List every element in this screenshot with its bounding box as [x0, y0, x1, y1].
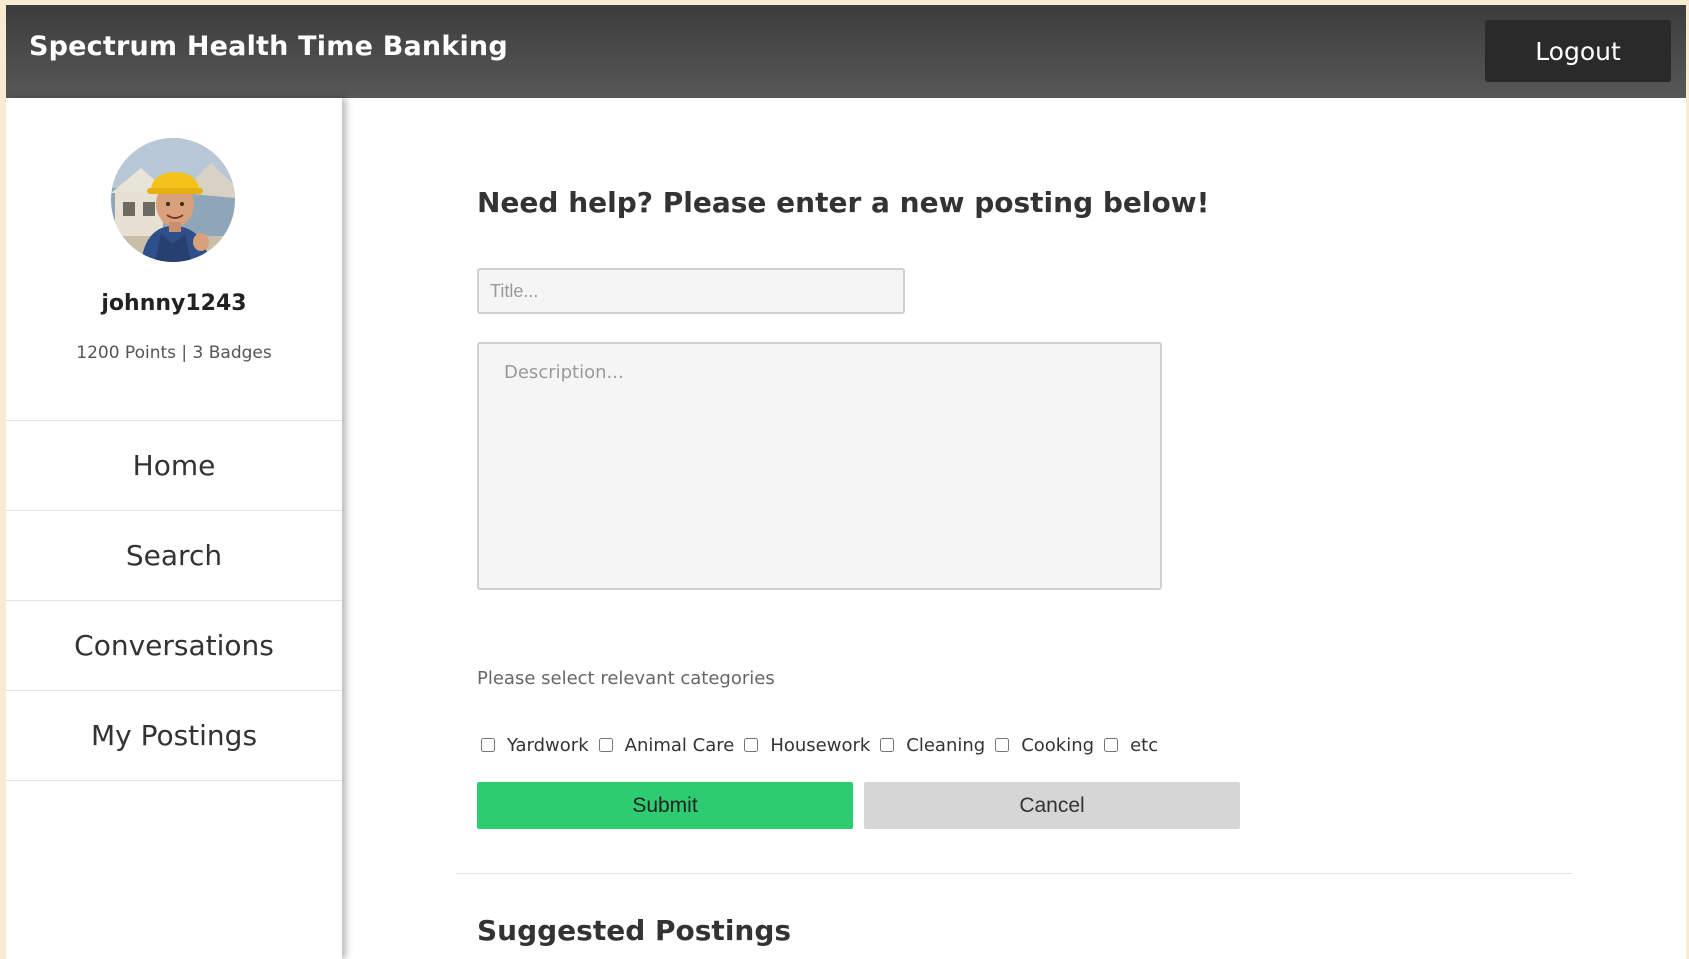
logout-button[interactable]: Logout	[1485, 20, 1671, 82]
app-window: Spectrum Health Time Banking Logout john…	[6, 5, 1686, 959]
category-housework-label: Housework	[770, 735, 871, 756]
category-etc-label: etc	[1130, 735, 1159, 756]
divider	[456, 873, 1572, 874]
category-yardwork-checkbox[interactable]	[481, 737, 495, 752]
category-animal-care[interactable]: Animal Care	[598, 735, 735, 756]
category-housework-checkbox[interactable]	[744, 737, 759, 752]
category-housework[interactable]: Housework	[744, 735, 870, 756]
sidebar-item-search[interactable]: Search	[6, 511, 342, 601]
category-yardwork[interactable]: Yardwork	[481, 735, 589, 756]
cancel-button[interactable]: Cancel	[864, 782, 1240, 829]
category-cooking-checkbox[interactable]	[995, 737, 1010, 752]
top-navbar: Spectrum Health Time Banking Logout	[6, 5, 1686, 98]
sidebar-item-conversations[interactable]: Conversations	[6, 601, 342, 691]
page-title: Need help? Please enter a new posting be…	[477, 186, 1210, 219]
category-cleaning[interactable]: Cleaning	[880, 735, 985, 756]
description-input[interactable]	[477, 342, 1162, 590]
category-cooking-label: Cooking	[1021, 735, 1095, 756]
category-animal-care-label: Animal Care	[624, 735, 735, 756]
category-etc[interactable]: etc	[1104, 735, 1158, 756]
categories-label: Please select relevant categories	[477, 668, 775, 689]
username: johnny1243	[101, 291, 247, 316]
sidebar-item-home[interactable]: Home	[6, 421, 342, 511]
suggested-postings-heading: Suggested Postings	[477, 914, 792, 947]
category-etc-checkbox[interactable]	[1104, 737, 1119, 752]
category-cleaning-checkbox[interactable]	[880, 737, 895, 752]
main-content: Need help? Please enter a new posting be…	[342, 98, 1686, 959]
profile-photo-icon	[111, 138, 235, 262]
category-yardwork-label: Yardwork	[507, 735, 589, 756]
category-checkboxes: Yardwork Animal Care Housework Cleaning …	[481, 735, 1168, 756]
sidebar: johnny1243 1200 Points | 3 Badges Home S…	[6, 98, 342, 959]
sidebar-item-my-postings[interactable]: My Postings	[6, 691, 342, 781]
submit-button[interactable]: Submit	[477, 782, 853, 829]
title-input[interactable]	[477, 268, 905, 314]
category-cleaning-label: Cleaning	[906, 735, 986, 756]
sidebar-nav: Home Search Conversations My Postings	[6, 420, 342, 781]
user-stats: 1200 Points | 3 Badges	[76, 343, 272, 363]
category-animal-care-checkbox[interactable]	[598, 737, 613, 752]
category-cooking[interactable]: Cooking	[995, 735, 1094, 756]
app-title: Spectrum Health Time Banking	[29, 31, 508, 62]
avatar	[111, 138, 235, 262]
